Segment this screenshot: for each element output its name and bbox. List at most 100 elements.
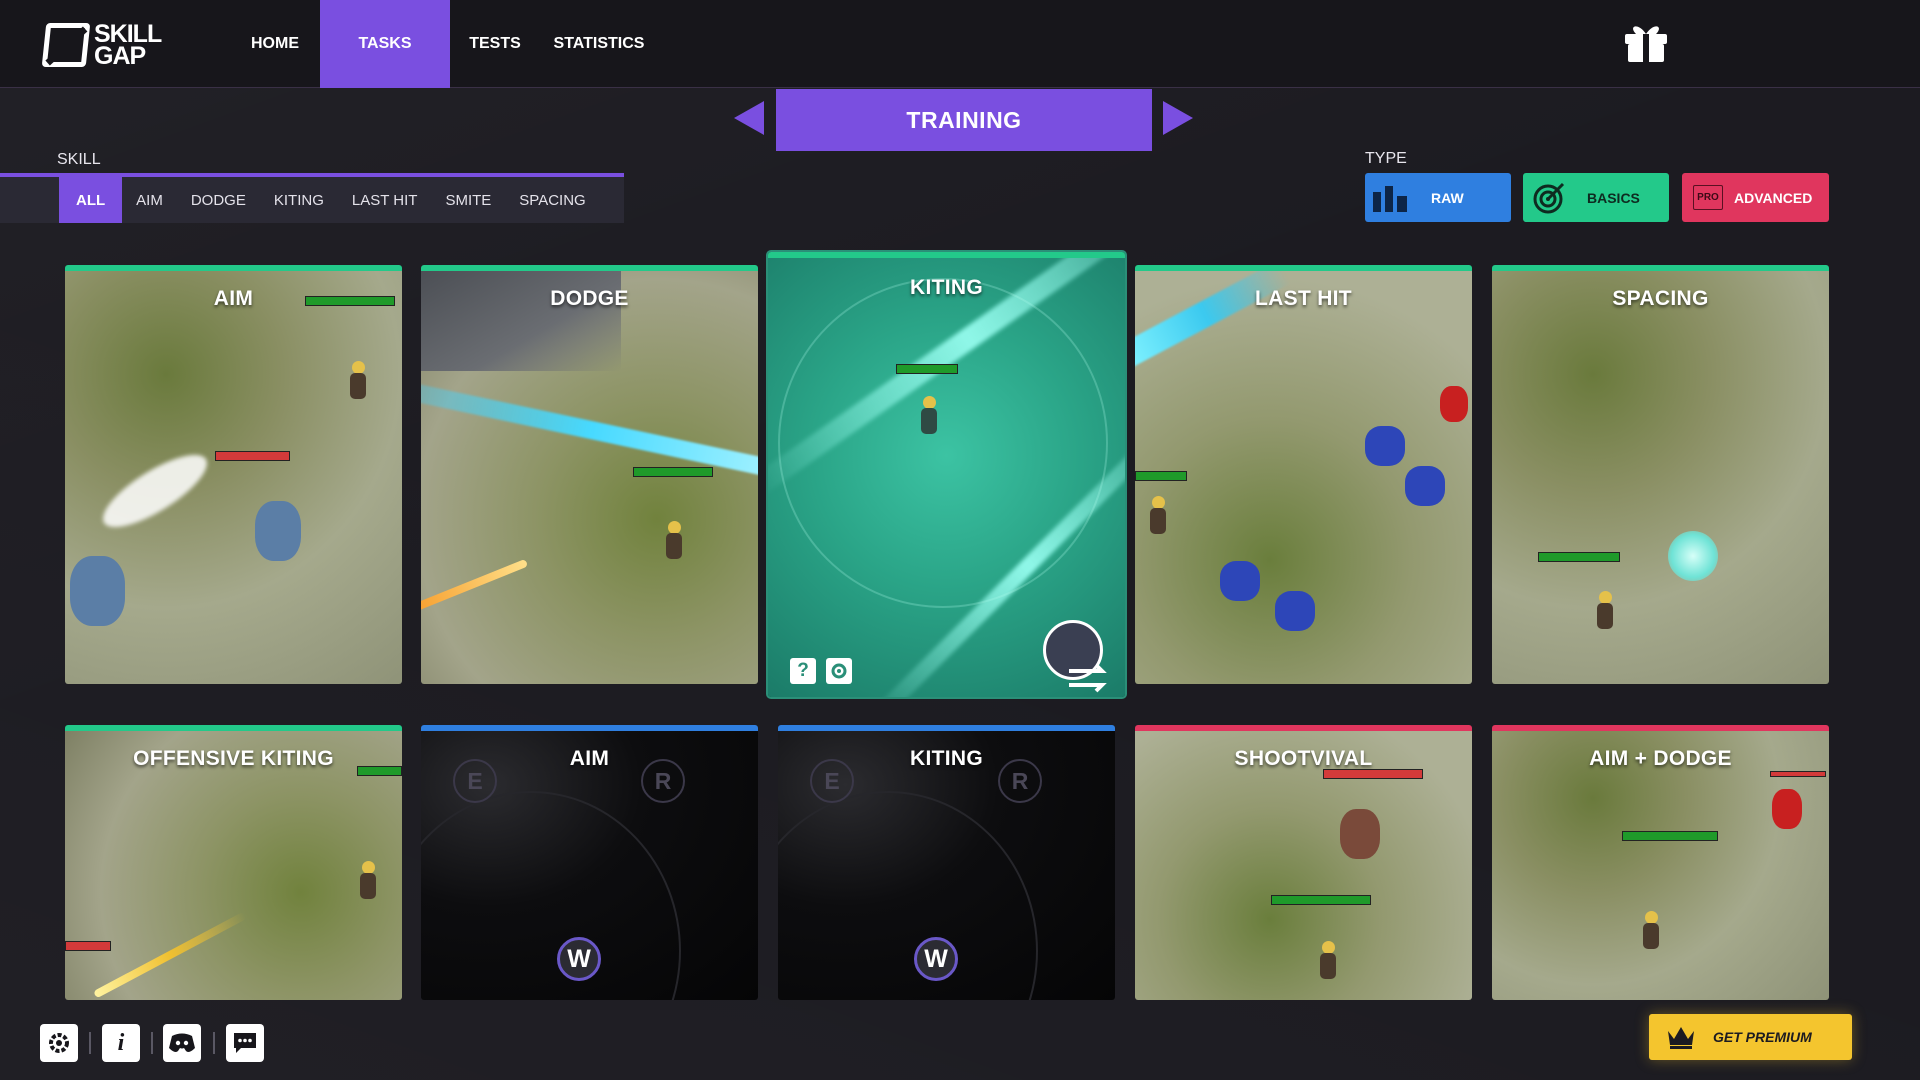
type-advanced-label: ADVANCED bbox=[1734, 189, 1813, 206]
task-card-shootvival[interactable]: SHOOTVIVAL bbox=[1135, 725, 1472, 1000]
type-filter-label: TYPE bbox=[1365, 150, 1407, 167]
target-icon bbox=[1523, 181, 1575, 215]
skillshot-beam bbox=[1135, 271, 1291, 368]
card-title: LAST HIT bbox=[1255, 287, 1352, 310]
skill-tab-spacing[interactable]: SPACING bbox=[505, 177, 599, 223]
key-w-icon: W bbox=[557, 937, 601, 981]
monster-figure bbox=[1340, 809, 1380, 859]
health-bar bbox=[633, 467, 713, 477]
task-card-dodge[interactable]: DODGE bbox=[421, 265, 758, 684]
enemy-health-bar bbox=[1770, 771, 1826, 777]
champion-figure bbox=[661, 521, 687, 563]
card-title: DODGE bbox=[550, 287, 629, 310]
skillshot-projectile bbox=[93, 442, 217, 540]
task-card-spacing[interactable]: SPACING bbox=[1492, 265, 1829, 684]
skill-tab-smite[interactable]: SMITE bbox=[431, 177, 505, 223]
enemy-health-bar bbox=[65, 941, 111, 951]
top-navbar: SKILL GAP HOME TASKS TESTS STATISTICS bbox=[0, 0, 1920, 88]
info-icon[interactable]: i bbox=[102, 1024, 140, 1062]
nav-tasks[interactable]: TASKS bbox=[320, 0, 450, 88]
card-title: SPACING bbox=[1612, 287, 1709, 310]
type-raw-button[interactable]: RAW bbox=[1365, 173, 1511, 222]
card-preview-image bbox=[1492, 731, 1829, 1000]
gear-icon[interactable] bbox=[40, 1024, 78, 1062]
card-preview-image: ? bbox=[768, 258, 1125, 697]
champion-figure bbox=[1145, 496, 1171, 538]
card-title: AIM bbox=[569, 747, 610, 770]
type-basics-label: BASICS bbox=[1587, 189, 1640, 206]
enemy-health-bar bbox=[215, 451, 290, 461]
minion-figure bbox=[1220, 561, 1260, 601]
champion-figure bbox=[1638, 911, 1664, 953]
enemy-minion-figure bbox=[1772, 789, 1802, 829]
mode-prev-arrow-icon[interactable] bbox=[734, 101, 764, 135]
type-raw-label: RAW bbox=[1431, 189, 1464, 206]
minion-figure bbox=[70, 556, 125, 626]
chat-icon[interactable] bbox=[226, 1024, 264, 1062]
terrain-rock bbox=[421, 271, 621, 371]
card-preview-image: E R W bbox=[421, 731, 758, 1000]
skill-tab-all[interactable]: ALL bbox=[59, 177, 123, 223]
card-preview-image: E R W bbox=[778, 731, 1115, 1000]
card-preview-image bbox=[1135, 731, 1472, 1000]
mode-title: TRAINING bbox=[776, 89, 1152, 151]
get-premium-button[interactable]: GET PREMIUM bbox=[1649, 1014, 1852, 1060]
nav-home[interactable]: HOME bbox=[230, 0, 320, 88]
task-card-last-hit[interactable]: LAST HIT bbox=[1135, 265, 1472, 684]
skill-tab-kiting[interactable]: KITING bbox=[260, 177, 338, 223]
minion-figure bbox=[1405, 466, 1445, 506]
task-card-aim[interactable]: AIM bbox=[65, 265, 402, 684]
champion-figure bbox=[1592, 591, 1618, 633]
card-preview-image bbox=[65, 271, 402, 684]
card-title: AIM + DODGE bbox=[1589, 747, 1732, 770]
key-w-icon: W bbox=[914, 937, 958, 981]
range-indicator bbox=[778, 278, 1108, 608]
task-card-raw-kiting[interactable]: E R W KITING bbox=[778, 725, 1115, 1000]
skill-tab-aim[interactable]: AIM bbox=[122, 177, 177, 223]
task-card-offensive-kiting[interactable]: OFFENSIVE KITING bbox=[65, 725, 402, 1000]
orb-projectile bbox=[1668, 531, 1718, 581]
card-preview-image bbox=[65, 731, 402, 1000]
card-preview-image bbox=[1135, 271, 1472, 684]
main-nav: HOME TASKS TESTS STATISTICS bbox=[230, 0, 658, 88]
skillgap-logo[interactable]: SKILL GAP bbox=[41, 20, 162, 70]
champion-figure bbox=[916, 396, 942, 438]
card-title: KITING bbox=[910, 276, 983, 299]
help-icon[interactable]: ? bbox=[790, 658, 816, 684]
type-basics-button[interactable]: BASICS bbox=[1523, 173, 1669, 222]
minion-figure bbox=[255, 501, 301, 561]
task-card-raw-aim[interactable]: E R W AIM bbox=[421, 725, 758, 1000]
health-bar bbox=[1622, 831, 1718, 841]
swap-champion-icon[interactable] bbox=[1043, 620, 1107, 693]
bar-chart-icon bbox=[1365, 184, 1417, 212]
enemy-minion-figure bbox=[1440, 386, 1468, 422]
skill-filter-label: SKILL bbox=[57, 151, 101, 168]
task-card-kiting[interactable]: ? KITING bbox=[768, 252, 1125, 697]
type-advanced-button[interactable]: PRO ADVANCED bbox=[1682, 173, 1829, 222]
health-bar bbox=[1538, 552, 1620, 562]
card-preview-image bbox=[421, 271, 758, 684]
card-title: SHOOTVIVAL bbox=[1234, 747, 1373, 770]
gear-icon[interactable] bbox=[826, 658, 852, 684]
get-premium-label: GET PREMIUM bbox=[1713, 1029, 1812, 1045]
mode-next-arrow-icon[interactable] bbox=[1163, 101, 1193, 135]
minion-figure bbox=[1275, 591, 1315, 631]
card-title: AIM bbox=[213, 287, 254, 310]
card-title: OFFENSIVE KITING bbox=[133, 747, 334, 770]
nav-statistics[interactable]: STATISTICS bbox=[540, 0, 658, 88]
card-preview-image bbox=[1492, 271, 1829, 684]
crown-icon bbox=[1649, 1025, 1713, 1049]
nav-tests[interactable]: TESTS bbox=[450, 0, 540, 88]
pro-badge-icon: PRO bbox=[1682, 185, 1734, 210]
task-card-aim-dodge[interactable]: AIM + DODGE bbox=[1492, 725, 1829, 1000]
pro-badge-text: PRO bbox=[1693, 185, 1723, 210]
skill-tab-dodge[interactable]: DODGE bbox=[177, 177, 260, 223]
health-bar bbox=[896, 364, 958, 374]
skill-tab-last-hit[interactable]: LAST HIT bbox=[338, 177, 432, 223]
logo-text-line2: GAP bbox=[94, 42, 146, 70]
champion-figure bbox=[1315, 941, 1341, 983]
discord-icon[interactable] bbox=[163, 1024, 201, 1062]
gift-icon[interactable] bbox=[1622, 20, 1670, 64]
arrow-projectile bbox=[421, 558, 529, 612]
champion-figure bbox=[355, 861, 381, 903]
